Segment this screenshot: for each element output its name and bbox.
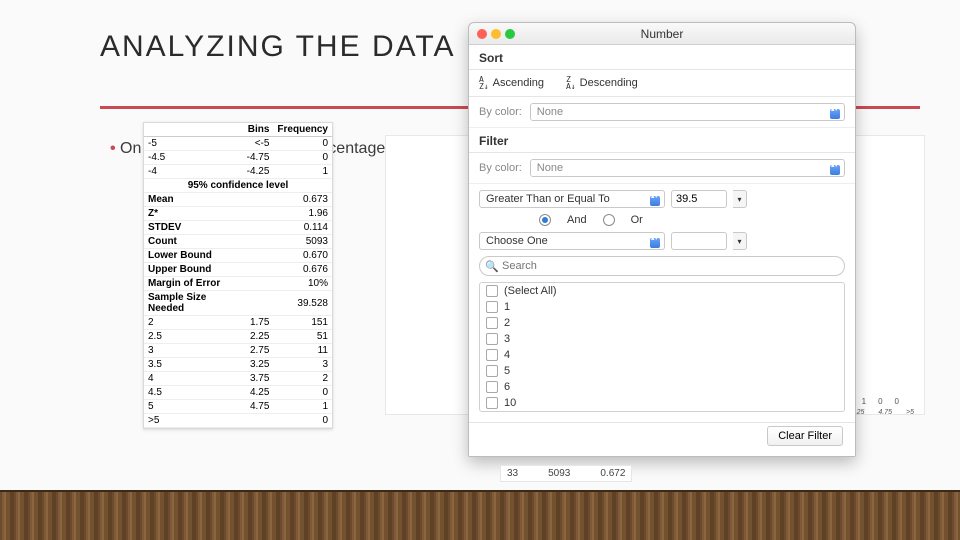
search-icon: 🔍 xyxy=(485,260,499,273)
sort-asc-icon: AZ↓ xyxy=(479,76,489,90)
sort-by-color-select[interactable]: None▴▾ xyxy=(530,103,845,121)
filter-search-input[interactable] xyxy=(479,256,845,276)
filter-operator2-select[interactable]: Choose One▴▾ xyxy=(479,232,665,250)
by-color-label: By color: xyxy=(479,106,522,118)
slide-title: ANALYZING THE DATA xyxy=(100,30,456,64)
checkbox[interactable] xyxy=(486,301,498,313)
bullet-1-right: centage xyxy=(328,140,385,157)
filter-value2-dropdown-icon[interactable]: ▾ xyxy=(733,232,747,250)
filter-value-input[interactable] xyxy=(671,190,727,208)
sort-desc-icon: ZA↓ xyxy=(566,76,576,90)
or-label: Or xyxy=(631,214,643,226)
close-icon[interactable] xyxy=(477,29,487,39)
checkbox[interactable] xyxy=(486,397,498,409)
filter-section-label: Filter xyxy=(469,128,855,153)
sort-section-label: Sort xyxy=(469,45,855,70)
or-radio[interactable] xyxy=(603,214,615,226)
filter-by-color-label: By color: xyxy=(479,162,522,174)
sort-descending-button[interactable]: ZA↓ Descending xyxy=(566,76,638,90)
checkbox[interactable] xyxy=(486,333,498,345)
stats-table: Bins Frequency -5<-50 -4.5-4.750 -4-4.25… xyxy=(143,122,333,429)
clear-filter-button[interactable]: Clear Filter xyxy=(767,426,843,446)
checkbox[interactable] xyxy=(486,317,498,329)
filter-by-color-select[interactable]: None▴▾ xyxy=(530,159,845,177)
checkbox[interactable] xyxy=(486,365,498,377)
and-radio[interactable] xyxy=(539,214,551,226)
sort-ascending-button[interactable]: AZ↓ Ascending xyxy=(479,76,544,90)
and-label: And xyxy=(567,214,587,226)
checkbox[interactable] xyxy=(486,349,498,361)
filter-value-dropdown-icon[interactable]: ▾ xyxy=(733,190,747,208)
wood-footer xyxy=(0,490,960,540)
window-title: Number xyxy=(641,27,684,41)
filter-search: 🔍 xyxy=(479,256,845,276)
number-filter-window: Number Sort AZ↓ Ascending ZA↓ Descending… xyxy=(468,22,856,457)
slide: ANALYZING THE DATA On centage Bins Frequ… xyxy=(0,0,960,540)
summary-row: 33 5093 0.672 xyxy=(500,465,632,482)
checkbox[interactable] xyxy=(486,285,498,297)
bullet-1-left: On xyxy=(110,140,141,157)
window-titlebar[interactable]: Number xyxy=(469,23,855,45)
checkbox[interactable] xyxy=(486,381,498,393)
filter-value2-input[interactable] xyxy=(671,232,727,250)
filter-checklist[interactable]: (Select All) 1 2 3 4 5 6 10 xyxy=(479,282,845,412)
filter-operator-select[interactable]: Greater Than or Equal To▴▾ xyxy=(479,190,665,208)
